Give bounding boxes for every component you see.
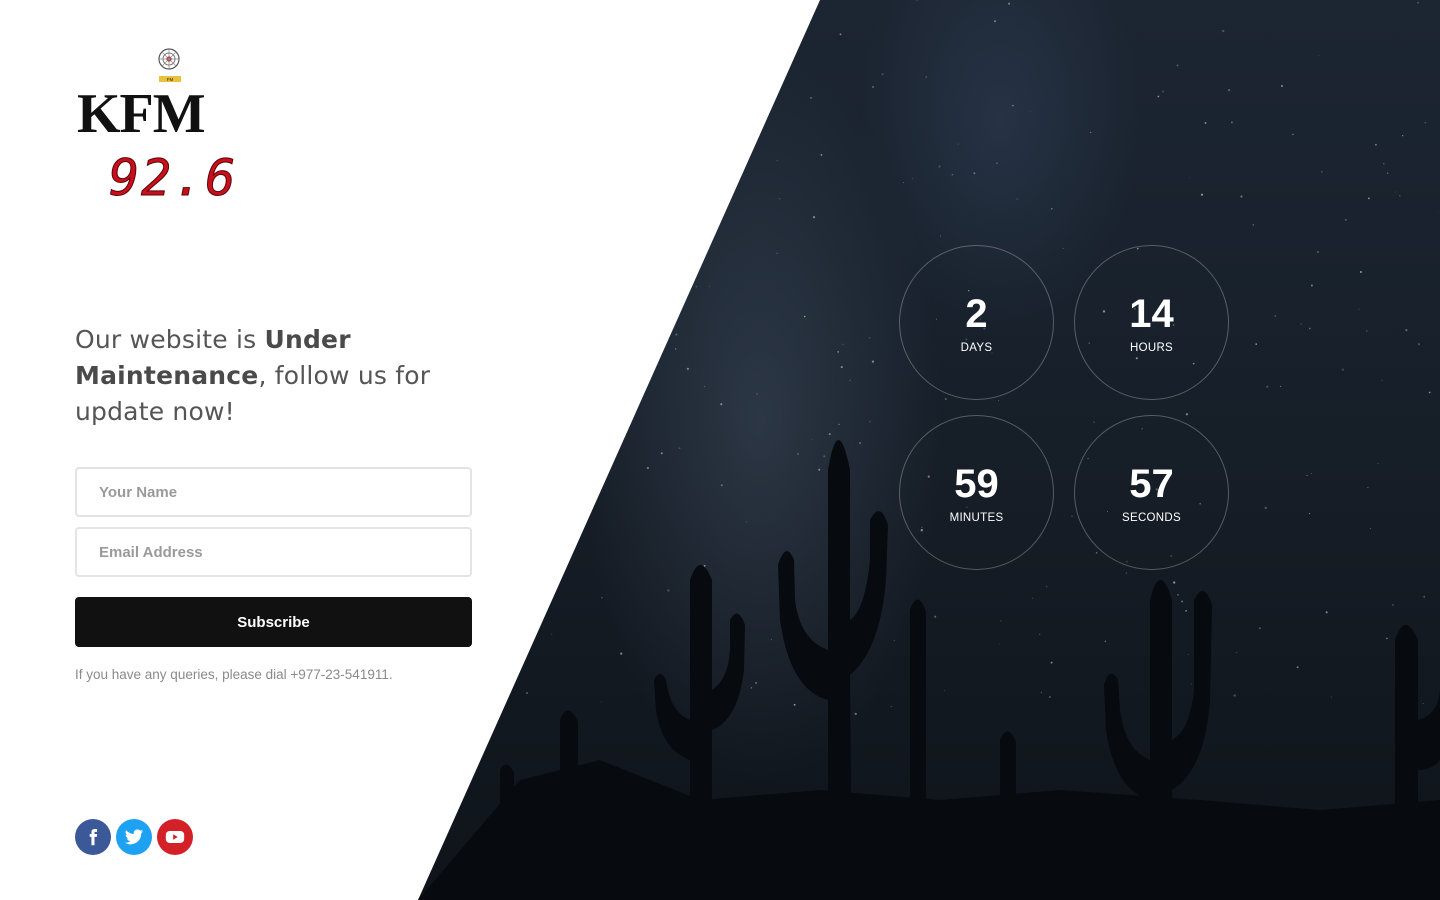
facebook-icon bbox=[89, 829, 98, 846]
facebook-link[interactable] bbox=[75, 819, 111, 855]
seconds-value: 57 bbox=[1129, 461, 1174, 506]
page-headline: Our website is Under Maintenance, follow… bbox=[75, 322, 455, 430]
days-label: DAYS bbox=[960, 341, 993, 354]
headline-text: Our website is bbox=[75, 325, 265, 354]
svg-text:FM: FM bbox=[167, 77, 174, 82]
seconds-label: SECONDS bbox=[1122, 511, 1181, 524]
countdown-days: 2 DAYS bbox=[899, 245, 1054, 400]
email-input[interactable] bbox=[75, 527, 472, 577]
kfm-logo-graphic: FM KFM 92.6 bbox=[77, 48, 237, 208]
twitter-icon bbox=[124, 829, 144, 845]
minutes-label: MINUTES bbox=[949, 511, 1004, 524]
emblem-icon bbox=[158, 48, 180, 70]
countdown-hours: 14 HOURS bbox=[1074, 245, 1229, 400]
kfm-logo: FM KFM 92.6 bbox=[75, 45, 275, 208]
countdown-seconds: 57 SECONDS bbox=[1074, 415, 1229, 570]
svg-text:KFM: KFM bbox=[77, 83, 205, 145]
contact-note: If you have any queries, please dial +97… bbox=[75, 667, 393, 682]
hours-label: HOURS bbox=[1129, 341, 1174, 354]
social-links bbox=[75, 819, 193, 855]
youtube-link[interactable] bbox=[157, 819, 193, 855]
days-value: 2 bbox=[965, 291, 988, 336]
svg-text:92.6: 92.6 bbox=[109, 149, 237, 205]
subscribe-button[interactable]: Subscribe bbox=[75, 597, 472, 647]
youtube-icon bbox=[165, 831, 185, 843]
countdown-minutes: 59 MINUTES bbox=[899, 415, 1054, 570]
twitter-link[interactable] bbox=[116, 819, 152, 855]
hours-value: 14 bbox=[1129, 291, 1174, 336]
name-input[interactable] bbox=[75, 467, 472, 517]
minutes-value: 59 bbox=[954, 461, 999, 506]
